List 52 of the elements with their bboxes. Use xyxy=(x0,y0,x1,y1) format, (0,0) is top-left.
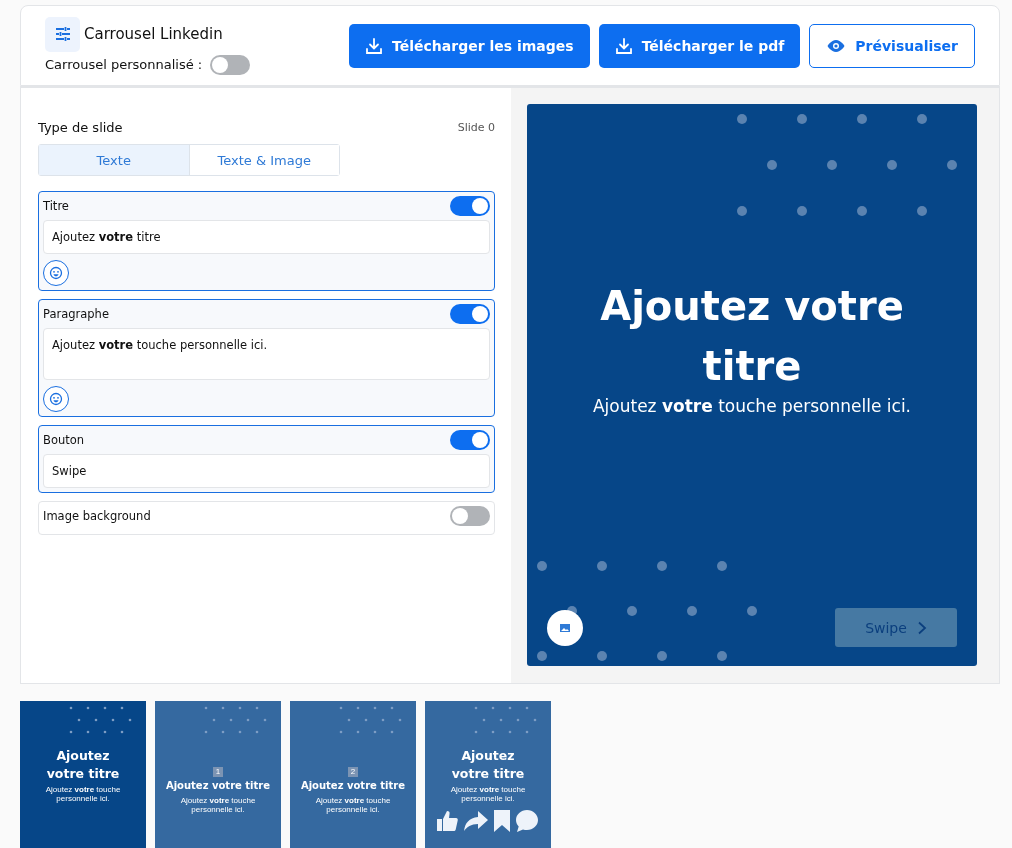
field-label: Bouton xyxy=(43,433,85,447)
slide-thumbnail[interactable]: 1 Ajoutez votre titre Ajoutez votre touche personnelle ici. xyxy=(155,701,281,848)
thumbnail-paragraph: Ajoutez votre touche personnelle ici. xyxy=(449,785,527,804)
input-field[interactable]: Ajoutez votre touche personnelle ici. xyxy=(43,328,490,380)
action-button[interactable]: Télécharger les images xyxy=(349,23,590,68)
slide-number: 1 xyxy=(212,767,224,777)
tab[interactable]: Texte & Image xyxy=(188,145,339,175)
thumbnail-paragraph: Ajoutez votre touche personnelle ici. xyxy=(44,785,122,804)
share-arrow-icon xyxy=(463,809,489,833)
slide-paragraph: Ajoutez votre touche personnelle ici. xyxy=(591,396,912,416)
thumbnail-title: Ajoutez votre titre xyxy=(450,747,526,784)
bookmark-icon xyxy=(493,809,511,833)
slide-number: 2 xyxy=(347,767,359,777)
input-field[interactable]: Swipe xyxy=(43,454,490,488)
chevron-right-icon xyxy=(916,620,927,635)
thumbs-up-icon xyxy=(435,809,459,833)
tab[interactable]: Texte xyxy=(39,145,189,175)
thumbnail-paragraph: Ajoutez votre touche personnelle ici. xyxy=(314,795,392,814)
speech-bubble-icon xyxy=(515,809,539,833)
thumbnail-title: Ajoutez votre titre xyxy=(299,779,407,793)
smiley-icon xyxy=(49,392,63,406)
toggle-switch[interactable] xyxy=(450,196,490,216)
toggle-switch[interactable] xyxy=(210,54,251,75)
field-label: Paragraphe xyxy=(43,307,109,321)
image-icon xyxy=(560,624,570,632)
action-button[interactable]: Télécharger le pdf xyxy=(598,23,801,68)
slide-title: Ajoutez votre titre xyxy=(599,282,905,391)
eye-icon xyxy=(826,38,847,53)
thumbnail-title: Ajoutez votre titre xyxy=(164,779,272,793)
toggle-switch[interactable] xyxy=(450,430,490,450)
image-button[interactable] xyxy=(547,610,583,646)
slide-thumbnail[interactable]: 2 Ajoutez votre titre Ajoutez votre touche personnelle ici. xyxy=(290,701,416,848)
input-field[interactable]: Ajoutez votre titre xyxy=(43,220,490,254)
custom-label: Carrousel personnalisé : xyxy=(45,57,203,72)
emoji-button[interactable] xyxy=(43,260,69,286)
slide-thumbnail[interactable]: Ajoutez votre titre Ajoutez votre touche personnelle ici. xyxy=(20,701,146,848)
app-title: Carrousel Linkedin xyxy=(84,25,223,43)
emoji-button[interactable] xyxy=(43,386,69,412)
download-icon xyxy=(365,36,384,55)
sliders-icon xyxy=(45,16,80,52)
thumbnail-title: Ajoutez votre titre xyxy=(45,747,121,784)
download-icon xyxy=(614,36,633,55)
field-label: Image background xyxy=(43,509,151,523)
slide-label: Slide 0 xyxy=(457,121,495,134)
field-label: Titre xyxy=(43,199,69,213)
toggle-switch[interactable] xyxy=(450,304,490,324)
action-button[interactable]: Prévisualiser xyxy=(809,23,975,68)
smiley-icon xyxy=(49,266,63,280)
slide-thumbnail[interactable]: Ajoutez votre titre Ajoutez votre touche personnelle ici. xyxy=(425,701,551,848)
section-heading: Type de slide xyxy=(38,120,123,135)
thumbnail-paragraph: Ajoutez votre touche personnelle ici. xyxy=(179,795,257,814)
toggle-switch[interactable] xyxy=(450,506,490,526)
